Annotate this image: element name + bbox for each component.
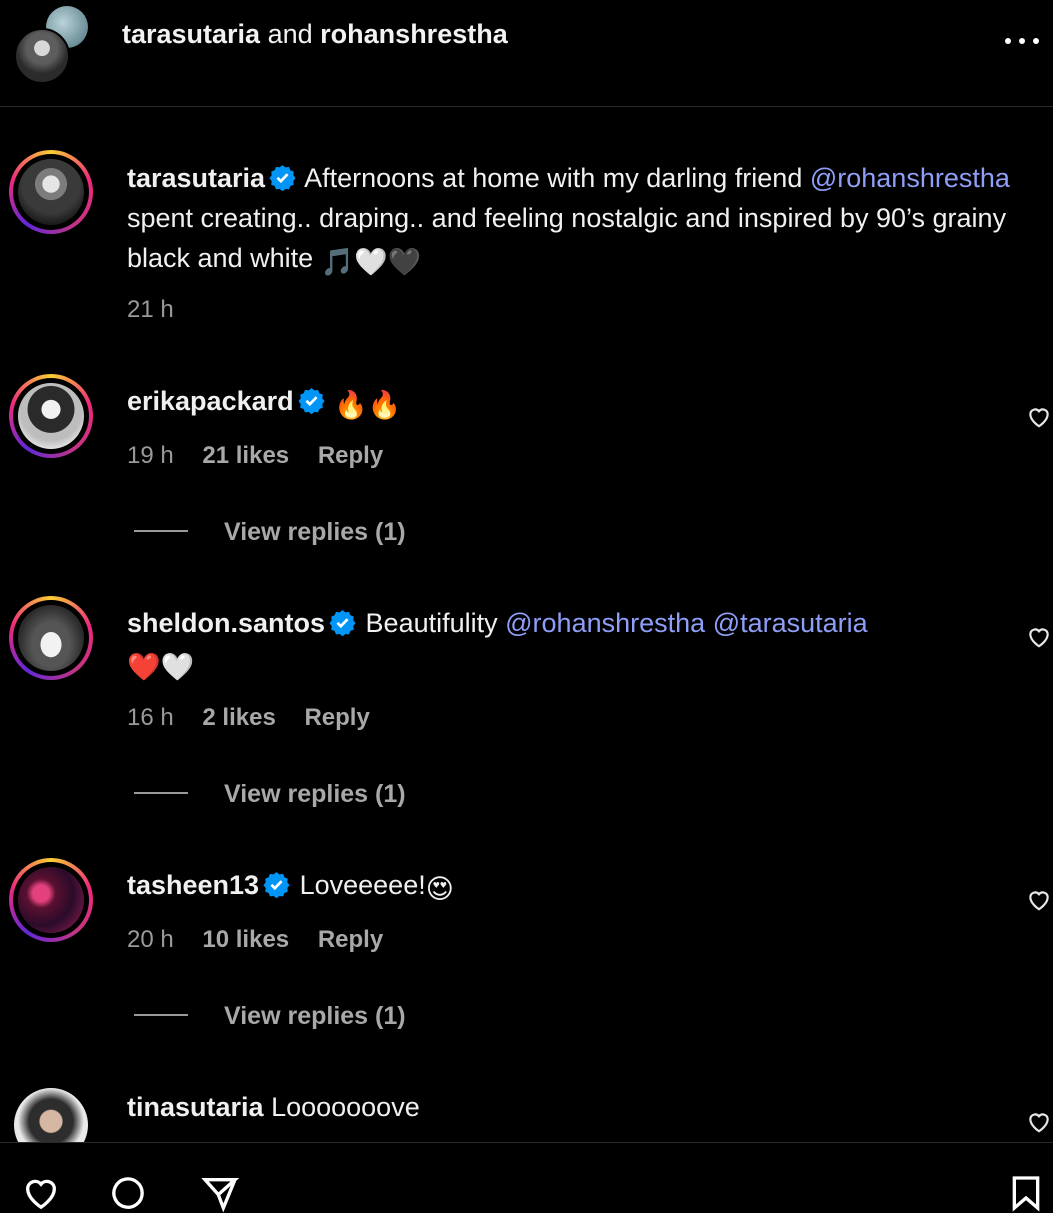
divider-line bbox=[134, 1014, 188, 1016]
view-replies-label: View replies (1) bbox=[224, 518, 406, 546]
comment-body: Loveeeee! bbox=[299, 870, 426, 900]
caption-username[interactable]: tarasutaria bbox=[127, 163, 265, 193]
view-replies-button[interactable]: View replies (1) bbox=[134, 780, 406, 809]
comment-likes[interactable]: 2 likes bbox=[202, 704, 275, 731]
view-replies-label: View replies (1) bbox=[224, 1002, 406, 1030]
post-authors: tarasutaria and rohanshrestha bbox=[122, 19, 508, 50]
collab-avatars[interactable] bbox=[14, 6, 90, 84]
comment-username[interactable]: erikapackard bbox=[127, 386, 294, 416]
author-link-2[interactable]: rohanshrestha bbox=[320, 19, 508, 49]
comment-text: sheldon.santos Beautifulity @rohanshrest… bbox=[127, 603, 1053, 687]
heart-icon[interactable] bbox=[1026, 404, 1052, 430]
post-header: tarasutaria and rohanshrestha bbox=[0, 0, 1053, 107]
comment-likes[interactable]: 21 likes bbox=[202, 442, 289, 469]
comment-mention-1[interactable]: @rohanshrestha bbox=[505, 608, 705, 638]
share-icon[interactable] bbox=[200, 1173, 240, 1213]
comment-text: tinasutaria Looooooove bbox=[127, 1087, 1053, 1127]
reply-button[interactable]: Reply bbox=[318, 926, 383, 953]
author-link-1[interactable]: tarasutaria bbox=[122, 19, 260, 49]
avatar[interactable] bbox=[14, 1088, 88, 1142]
comment-username[interactable]: sheldon.santos bbox=[127, 608, 325, 638]
bookmark-icon[interactable] bbox=[1006, 1173, 1046, 1213]
verified-badge-icon bbox=[298, 388, 325, 414]
avatar[interactable] bbox=[9, 858, 93, 942]
comment-body: Beautifulity bbox=[365, 608, 498, 638]
reply-button[interactable]: Reply bbox=[318, 442, 383, 469]
avatar[interactable] bbox=[9, 374, 93, 458]
verified-badge-icon bbox=[263, 872, 290, 898]
comment-meta: 20 h 10 likes Reply bbox=[127, 926, 405, 954]
caption-text: tarasutaria Afternoons at home with my d… bbox=[127, 158, 1053, 282]
comment-body: Looooooove bbox=[271, 1092, 420, 1122]
verified-badge-icon bbox=[329, 610, 356, 636]
post-action-bar bbox=[0, 1142, 1053, 1213]
comment-emojis: 🔥🔥 bbox=[334, 390, 402, 420]
comment-time: 19 h bbox=[127, 442, 174, 469]
caption-emojis: 🎵🤍🖤 bbox=[320, 247, 422, 277]
comment-username[interactable]: tasheen13 bbox=[127, 870, 259, 900]
heart-icon[interactable] bbox=[1026, 887, 1052, 913]
comment-meta: 19 h 21 likes Reply bbox=[127, 442, 405, 470]
caption-meta: 21 h bbox=[127, 296, 196, 324]
divider-line bbox=[134, 792, 188, 794]
view-replies-label: View replies (1) bbox=[224, 780, 406, 808]
avatar[interactable] bbox=[9, 596, 93, 680]
caption-text-part2: spent creating.. draping.. and feeling n… bbox=[127, 203, 1007, 273]
comment-time: 16 h bbox=[127, 704, 174, 731]
view-replies-button[interactable]: View replies (1) bbox=[134, 1002, 406, 1031]
avatar[interactable] bbox=[9, 150, 93, 234]
comment-username[interactable]: tinasutaria bbox=[127, 1092, 264, 1122]
reply-button[interactable]: Reply bbox=[304, 704, 369, 731]
caption-time: 21 h bbox=[127, 296, 174, 323]
verified-badge-icon bbox=[269, 165, 296, 191]
comment-likes[interactable]: 10 likes bbox=[202, 926, 289, 953]
comment-emojis: 😍 bbox=[425, 874, 454, 904]
comment-time: 20 h bbox=[127, 926, 174, 953]
comment-text: tasheen13 Loveeeee!😍 bbox=[127, 865, 1053, 909]
comment-text: erikapackard 🔥🔥 bbox=[127, 381, 1053, 425]
comment-emojis: ❤️🤍 bbox=[127, 652, 195, 682]
caption-mention[interactable]: @rohanshrestha bbox=[810, 163, 1010, 193]
divider-line bbox=[134, 530, 188, 532]
avatar-tarasutaria[interactable] bbox=[14, 28, 70, 84]
authors-joiner: and bbox=[267, 19, 313, 49]
heart-icon[interactable] bbox=[1026, 624, 1052, 650]
comment-mention-2[interactable]: @tarasutaria bbox=[713, 608, 868, 638]
comment-icon[interactable] bbox=[108, 1173, 148, 1213]
comment-meta: 16 h 2 likes Reply bbox=[127, 704, 392, 732]
view-replies-button[interactable]: View replies (1) bbox=[134, 518, 406, 547]
caption-text-part1: Afternoons at home with my darling frien… bbox=[304, 163, 803, 193]
more-options-icon[interactable] bbox=[1000, 20, 1044, 60]
like-heart-icon[interactable] bbox=[21, 1173, 61, 1213]
comment-item: tinasutaria Looooooove bbox=[0, 1086, 1053, 1142]
heart-icon[interactable] bbox=[1026, 1109, 1052, 1135]
